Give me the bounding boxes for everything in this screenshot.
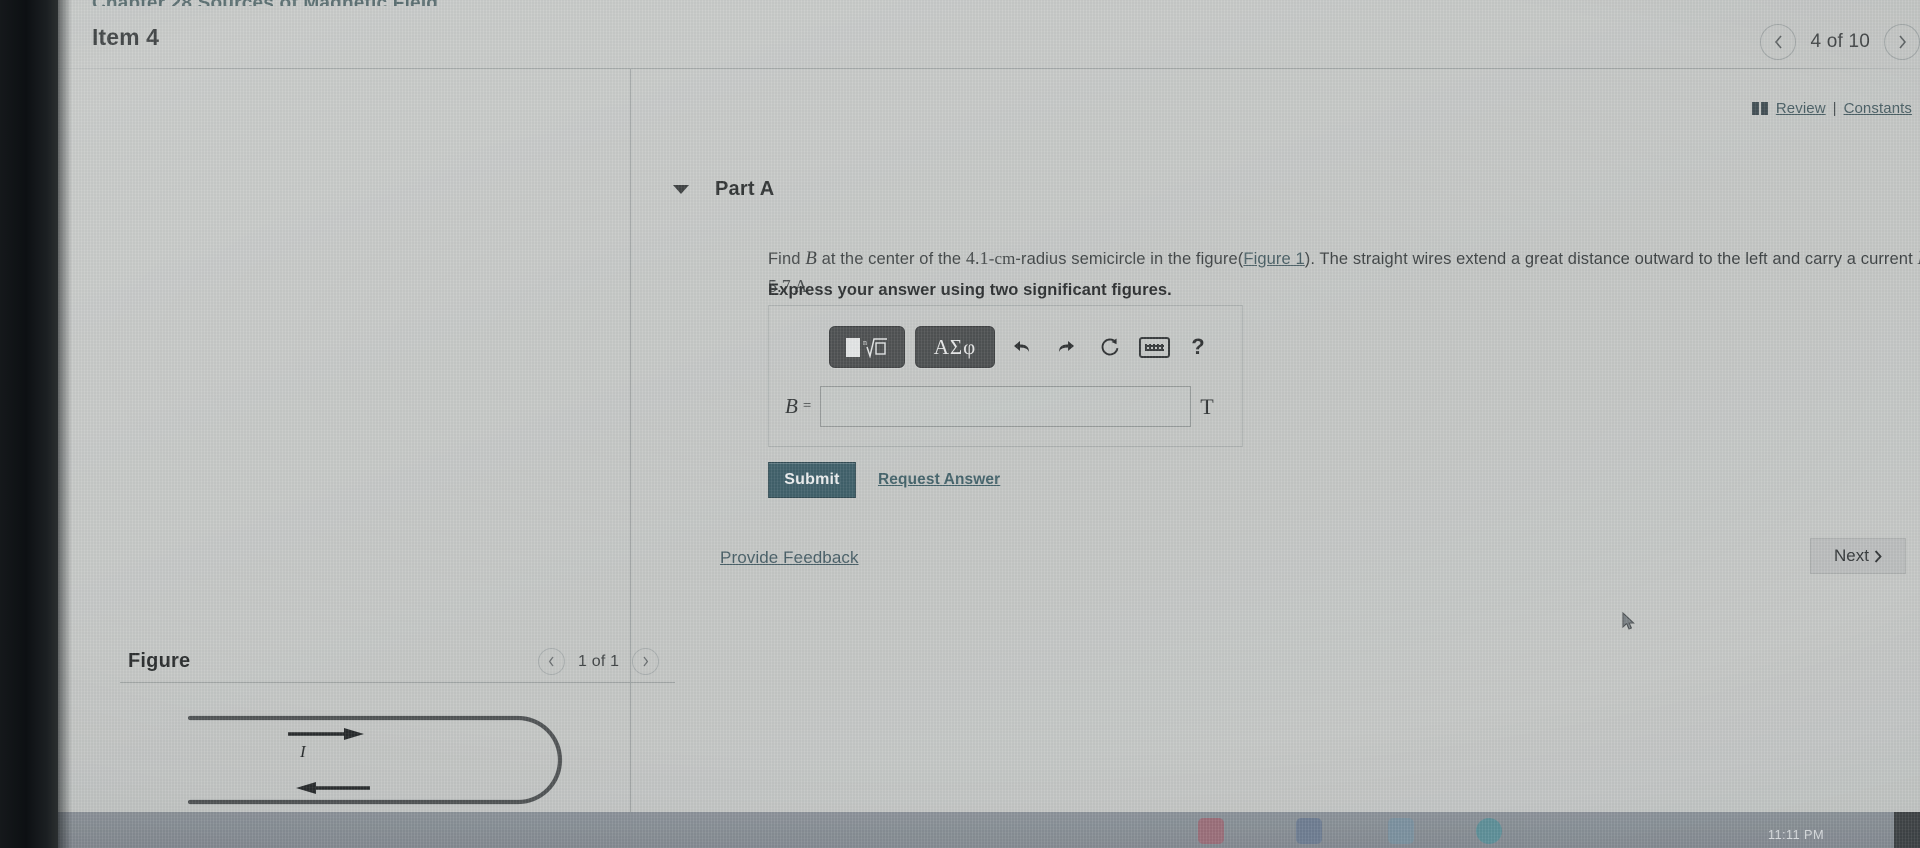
answer-instruction: Express your answer using two significan… [768,281,1172,299]
part-a-header[interactable]: Part A [673,178,774,201]
answer-input-row: B = T [785,386,1225,427]
answer-variable-label: B [785,394,798,418]
figure-current-label: I [299,742,307,761]
help-button[interactable]: ? [1181,330,1215,364]
submit-button[interactable]: Submit [768,462,856,498]
next-button[interactable]: Next [1810,538,1906,574]
course-title: Chapter 28 Sources of Magnetic Field [58,0,1920,6]
page-title: Item 4 [92,24,160,50]
reset-circular-arrow-icon[interactable] [1093,330,1127,364]
previous-figure-button[interactable] [538,648,565,675]
taskbar-app-icon-4[interactable] [1476,818,1502,844]
prompt-text-2: at the center of the [816,250,966,268]
item-header: Item 4 4 of 10 [58,12,1920,64]
keyboard-icon[interactable] [1137,330,1171,364]
monitor-bezel [0,0,58,848]
answer-unit-label: T [1200,393,1214,419]
taskbar-app-icon-3[interactable] [1388,818,1414,844]
nth-root-icon: n [863,336,889,358]
prompt-variable-b: B [805,248,817,269]
taskbar-right-edge [1894,812,1920,848]
answer-input[interactable] [820,386,1192,427]
template-math-button[interactable]: n [829,326,905,368]
part-a-label: Part A [715,178,775,200]
answer-entry-panel: n ΑΣφ ? B = T [768,305,1243,447]
empty-box-icon [845,337,860,357]
math-toolbar: n ΑΣφ ? [829,326,1215,368]
undo-arrow-icon[interactable] [1005,330,1039,364]
answer-actions: Submit Request Answer [768,462,1000,498]
taskbar-clock[interactable]: 11:11 PM [1768,827,1824,842]
request-answer-link[interactable]: Request Answer [878,471,1000,489]
prompt-radius-value: 4.1 [965,248,989,268]
figure-1-link[interactable]: Figure 1 [1243,250,1304,268]
svg-text:n: n [863,338,867,347]
figure-counter: 1 of 1 [578,652,620,670]
book-icon [1751,102,1769,115]
next-figure-button[interactable] [632,648,660,675]
provide-feedback-link[interactable]: Provide Feedback [720,548,859,568]
prompt-text-3: -radius semicircle in the figure [1015,250,1238,268]
figure-divider [120,682,675,683]
figure-pagination: 1 of 1 [538,648,660,675]
caret-down-icon[interactable] [673,185,689,194]
mouse-cursor [1622,611,1636,631]
resource-links: Review | Constants [1751,100,1912,117]
item-pagination: 4 of 10 [1760,24,1920,60]
previous-item-button[interactable] [1760,24,1797,60]
next-item-button[interactable] [1884,24,1920,60]
figure-panel-title: Figure [128,650,191,672]
pane-divider [630,69,631,848]
greek-symbols-button[interactable]: ΑΣφ [915,326,995,368]
taskbar-app-icon-1[interactable] [1198,818,1224,844]
answer-equals-sign: = [802,398,812,414]
link-separator: | [1832,100,1837,117]
redo-arrow-icon[interactable] [1049,330,1083,364]
taskbar: 11:11 PM [58,812,1920,848]
review-link[interactable]: Review [1776,100,1826,117]
prompt-text-4: . The straight wires extend a great dist… [1310,250,1918,268]
taskbar-app-icon-2[interactable] [1296,818,1322,844]
header-divider [58,68,1920,69]
prompt-radius-unit: -cm [988,249,1016,268]
item-counter: 4 of 10 [1810,31,1870,52]
next-button-label: Next [1834,546,1869,565]
prompt-text-1: Find [768,250,806,268]
constants-link[interactable]: Constants [1844,100,1912,117]
chevron-right-icon [1874,549,1882,563]
